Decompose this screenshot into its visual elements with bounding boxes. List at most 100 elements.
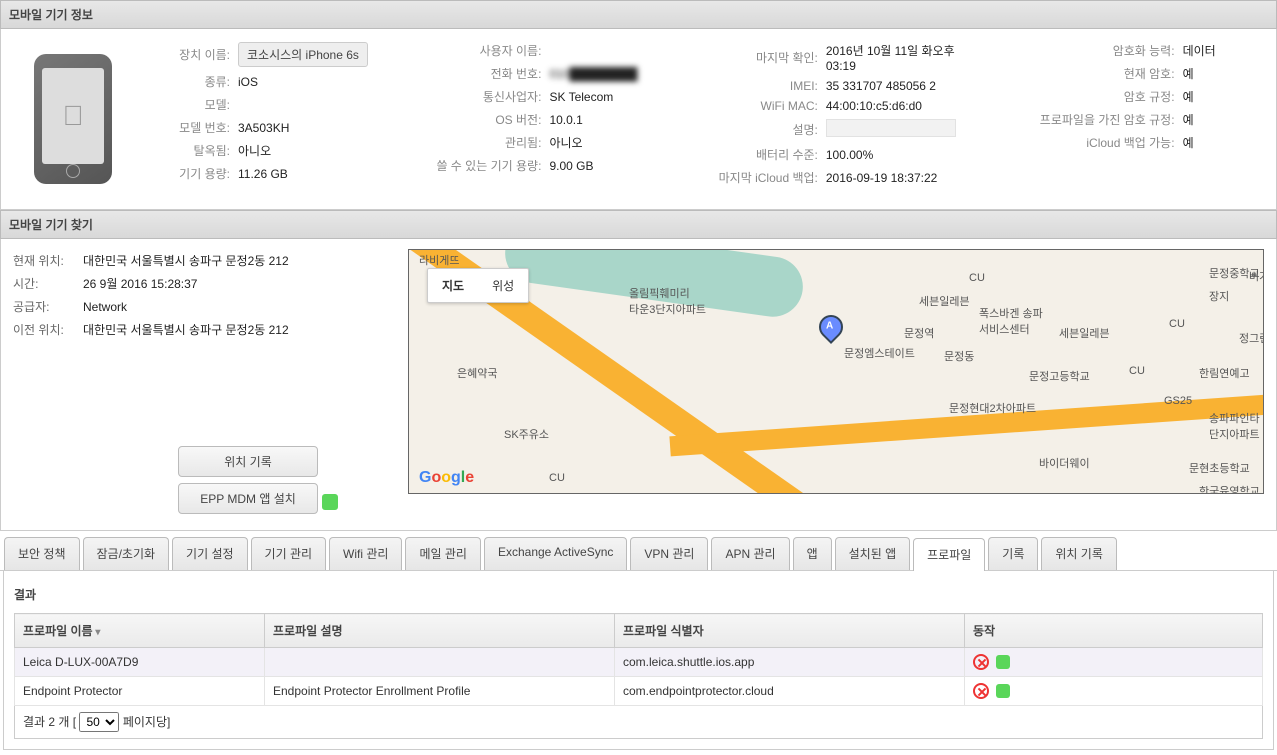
google-logo: Google bbox=[419, 469, 474, 487]
map-tab-map[interactable]: 지도 bbox=[428, 269, 478, 302]
find-device-header: 모바일 기기 찾기 bbox=[0, 210, 1277, 239]
label-enc-prof: 프로파일을 가진 암호 규정: bbox=[1008, 111, 1183, 128]
device-image:  bbox=[13, 39, 133, 199]
value-capacity: 11.26 GB bbox=[238, 167, 389, 181]
install-mdm-button[interactable]: EPP MDM 앱 설치 bbox=[178, 483, 318, 514]
label-icloud: 마지막 iCloud 백업: bbox=[686, 169, 826, 186]
value-enc-prof: 예 bbox=[1183, 111, 1264, 128]
map-poi: 세븐일레븐 bbox=[1059, 325, 1110, 341]
map-poi: 문정동 bbox=[944, 348, 974, 364]
label-phone: 전화 번호: bbox=[409, 65, 549, 82]
label-imei: IMEI: bbox=[686, 79, 826, 93]
tab-8[interactable]: APN 관리 bbox=[711, 537, 789, 570]
label-avail: 쓸 수 있는 기기 용량: bbox=[409, 157, 549, 174]
map-poi: 문현초등학교 bbox=[1189, 460, 1250, 476]
find-device-body: 현재 위치:대한민국 서울특별시 송파구 문정2동 212 시간:26 9월 2… bbox=[0, 239, 1277, 531]
tab-1[interactable]: 잠금/초기화 bbox=[83, 537, 170, 570]
label-prev-loc: 이전 위치: bbox=[13, 321, 83, 338]
map-poi: 버거킹 bbox=[1249, 268, 1264, 284]
label-battery: 배터리 수준: bbox=[686, 146, 826, 163]
profiles-table: 프로파일 이름 프로파일 설명 프로파일 식별자 동작 Leica D-LUX-… bbox=[14, 613, 1263, 706]
cell-desc: Endpoint Protector Enrollment Profile bbox=[265, 677, 615, 706]
map-poi: 바이더웨이 bbox=[1039, 455, 1090, 471]
cell-action bbox=[965, 677, 1263, 706]
pager: 결과 2 개 [ 50 페이지당] bbox=[14, 706, 1263, 739]
delete-icon[interactable] bbox=[973, 683, 989, 699]
value-model-no: 3A503KH bbox=[238, 121, 389, 135]
map-poi: 세븐일레븐 bbox=[919, 293, 970, 309]
value-time: 26 9월 2016 15:28:37 bbox=[83, 275, 398, 292]
value-battery: 100.00% bbox=[826, 148, 988, 162]
map-poi: GS25 bbox=[1164, 395, 1192, 407]
value-prev-loc: 대한민국 서울특별시 송파구 문정2동 212 bbox=[83, 321, 398, 338]
table-row[interactable]: Leica D-LUX-00A7D9com.leica.shuttle.ios.… bbox=[15, 648, 1263, 677]
status-icon[interactable] bbox=[996, 684, 1010, 698]
map-marker[interactable]: A bbox=[814, 310, 848, 344]
col-action[interactable]: 동작 bbox=[965, 614, 1263, 648]
map-poi: CU bbox=[969, 272, 985, 284]
label-enc-reg: 암호 규정: bbox=[1008, 88, 1183, 105]
value-jailbroken: 아니오 bbox=[238, 142, 389, 159]
tab-11[interactable]: 프로파일 bbox=[913, 538, 985, 571]
tab-4[interactable]: Wifi 관리 bbox=[329, 537, 402, 570]
map-poi: 한국육영학교 bbox=[1199, 483, 1260, 494]
label-time: 시간: bbox=[13, 275, 83, 292]
value-imei: 35 331707 485056 2 bbox=[826, 79, 988, 93]
value-device-name[interactable]: 코소시스의 iPhone 6s bbox=[238, 42, 368, 67]
tab-0[interactable]: 보안 정책 bbox=[4, 537, 80, 570]
label-capacity: 기기 용량: bbox=[133, 165, 238, 182]
map-poi: 은혜약국 bbox=[457, 365, 497, 381]
map-poi: 문정고등학교 bbox=[1029, 368, 1090, 384]
map[interactable]: 지도 위성 A Google 올림픽훼미리 타운3단지아파트 문정엠스테이트 문… bbox=[408, 249, 1264, 494]
table-row[interactable]: Endpoint ProtectorEndpoint Protector Enr… bbox=[15, 677, 1263, 706]
pager-prefix: 결과 2 개 [ bbox=[23, 715, 76, 729]
col-profile-desc[interactable]: 프로파일 설명 bbox=[265, 614, 615, 648]
label-enc-cur: 현재 암호: bbox=[1008, 65, 1183, 82]
apple-icon:  bbox=[63, 100, 84, 132]
map-poi: CU bbox=[1169, 318, 1185, 330]
value-provider: Network bbox=[83, 300, 398, 314]
status-icon[interactable] bbox=[996, 655, 1010, 669]
tab-10[interactable]: 설치된 앱 bbox=[835, 537, 911, 570]
value-os: 10.0.1 bbox=[549, 113, 665, 127]
col-profile-name[interactable]: 프로파일 이름 bbox=[15, 614, 265, 648]
label-user-name: 사용자 이름: bbox=[409, 42, 549, 59]
tab-7[interactable]: VPN 관리 bbox=[630, 537, 708, 570]
tab-6[interactable]: Exchange ActiveSync bbox=[484, 537, 627, 570]
tab-3[interactable]: 기기 관리 bbox=[251, 537, 327, 570]
label-device-name: 장치 이름: bbox=[133, 46, 238, 63]
value-desc bbox=[826, 119, 956, 137]
value-last-check: 2016년 10월 11일 화오후 03:19 bbox=[826, 42, 988, 73]
value-type: iOS bbox=[238, 75, 389, 89]
tab-5[interactable]: 메일 관리 bbox=[405, 537, 481, 570]
label-enc-cap: 암호화 능력: bbox=[1008, 42, 1183, 59]
label-model-no: 모델 번호: bbox=[133, 119, 238, 136]
page-size-select[interactable]: 50 bbox=[79, 712, 119, 732]
tab-9[interactable]: 앱 bbox=[793, 537, 832, 570]
label-last-check: 마지막 확인: bbox=[686, 49, 826, 66]
pager-suffix: 페이지당] bbox=[123, 715, 171, 729]
value-phone: 010████████ bbox=[549, 67, 665, 81]
install-status-icon bbox=[322, 494, 338, 510]
label-icloud-avail: iCloud 백업 가능: bbox=[1008, 134, 1183, 151]
device-info-body:  장치 이름:코소시스의 iPhone 6s 종류:iOS 모델: 모델 번호… bbox=[0, 29, 1277, 210]
value-carrier: SK Telecom bbox=[549, 90, 665, 104]
tab-12[interactable]: 기록 bbox=[988, 537, 1038, 570]
value-avail: 9.00 GB bbox=[549, 159, 665, 173]
map-type-control[interactable]: 지도 위성 bbox=[427, 268, 529, 303]
map-tab-satellite[interactable]: 위성 bbox=[478, 269, 528, 302]
location-history-button[interactable]: 위치 기록 bbox=[178, 446, 318, 477]
col-profile-id[interactable]: 프로파일 식별자 bbox=[615, 614, 965, 648]
label-managed: 관리됨: bbox=[409, 134, 549, 151]
tab-2[interactable]: 기기 설정 bbox=[172, 537, 248, 570]
cell-name: Leica D-LUX-00A7D9 bbox=[15, 648, 265, 677]
label-jailbroken: 탈옥됨: bbox=[133, 142, 238, 159]
cell-desc bbox=[265, 648, 615, 677]
value-icloud: 2016-09-19 18:37:22 bbox=[826, 171, 988, 185]
value-enc-cur: 예 bbox=[1183, 65, 1264, 82]
delete-icon[interactable] bbox=[973, 654, 989, 670]
tab-13[interactable]: 위치 기록 bbox=[1041, 537, 1117, 570]
value-cur-loc: 대한민국 서울특별시 송파구 문정2동 212 bbox=[83, 252, 398, 269]
tab-bar: 보안 정책잠금/초기화기기 설정기기 관리Wifi 관리메일 관리Exchang… bbox=[0, 531, 1277, 571]
map-poi: 올림픽훼미리 타운3단지아파트 bbox=[629, 285, 706, 317]
